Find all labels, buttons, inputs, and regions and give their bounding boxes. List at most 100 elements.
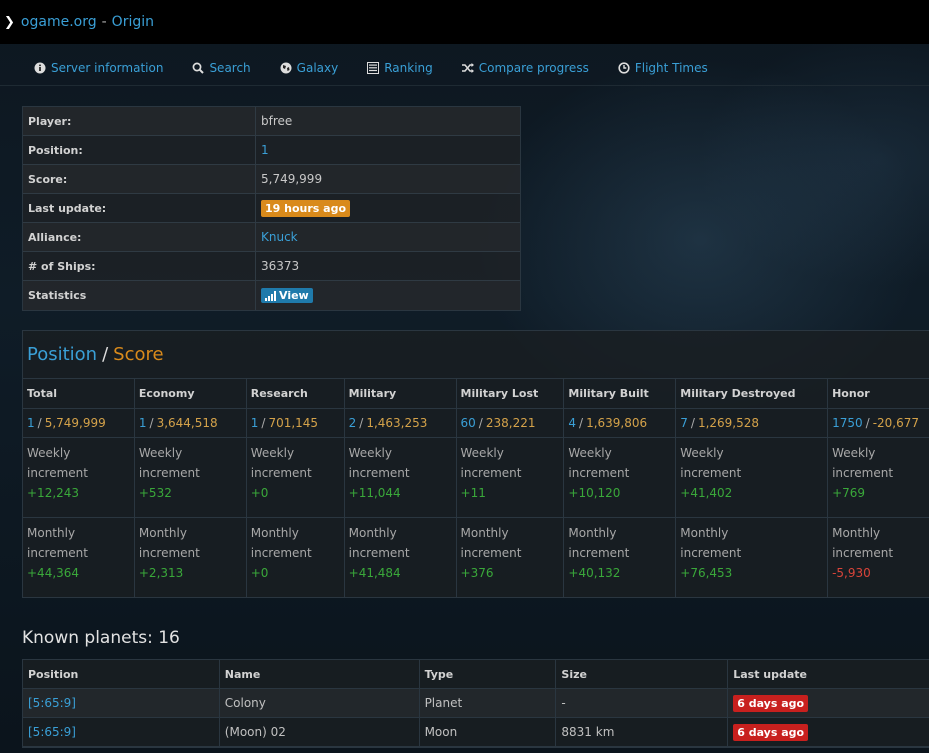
weekly-label: Weekly bbox=[348, 446, 392, 460]
monthly-label: Monthly bbox=[832, 526, 881, 540]
nav-label: Search bbox=[209, 60, 251, 75]
planet-position-link[interactable]: [5:65:9] bbox=[28, 696, 76, 710]
rank-score-cell: 7/1,269,528 bbox=[676, 409, 828, 438]
score-column-header: Total bbox=[23, 379, 134, 409]
col-header-type[interactable]: Type bbox=[420, 660, 557, 688]
monthly-increment-cell: Monthly increment +376 bbox=[457, 518, 564, 583]
view-statistics-button[interactable]: View bbox=[261, 288, 313, 303]
rank-link[interactable]: 2 bbox=[349, 416, 357, 430]
rank-link[interactable]: 7 bbox=[680, 416, 688, 430]
score-column-header: Military Destroyed bbox=[676, 379, 828, 409]
nav-server-information[interactable]: Server information bbox=[34, 61, 163, 75]
rank-link[interactable]: 1750 bbox=[832, 416, 863, 430]
title-position: Position bbox=[27, 344, 98, 365]
universe-link[interactable]: Origin bbox=[112, 14, 154, 30]
increment-label: increment bbox=[250, 546, 312, 560]
score-column-header: Military bbox=[344, 379, 456, 409]
main-nav: Server information Search Galaxy Ranking… bbox=[0, 50, 929, 86]
planet-type: Planet bbox=[420, 689, 557, 717]
position-score-title: Position / Score bbox=[23, 331, 929, 379]
monthly-label: Monthly bbox=[250, 526, 299, 540]
rank-link[interactable]: 1 bbox=[27, 416, 35, 430]
weekly-increment-value: +12,243 bbox=[27, 486, 80, 500]
info-row-statistics: Statistics View bbox=[23, 281, 520, 310]
position-score-panel: Position / Score Total 1/5,749,999 Weekly i… bbox=[22, 330, 929, 598]
rank-separator: / bbox=[478, 416, 483, 430]
ships-label: # of Ships: bbox=[23, 252, 256, 280]
score-column-research: Research 1/701,145 Weekly increment +0 Monthl… bbox=[246, 379, 345, 597]
alliance-link[interactable]: Knuck bbox=[261, 230, 298, 244]
monthly-increment-cell: Monthly increment +0 bbox=[247, 518, 344, 583]
score-value: 238,221 bbox=[485, 416, 536, 430]
planets-header-row: Position Name Type Size Last update bbox=[23, 660, 929, 689]
score-column-military-built: Military Built 4/1,639,806 Weekly increment… bbox=[564, 379, 677, 597]
nav-ranking[interactable]: Ranking bbox=[367, 61, 433, 75]
score-column-header: Research bbox=[246, 379, 344, 409]
monthly-label: Monthly bbox=[460, 526, 509, 540]
rank-separator: / bbox=[261, 416, 266, 430]
col-header-name[interactable]: Name bbox=[220, 660, 420, 688]
nav-flight-times[interactable]: Flight Times bbox=[618, 61, 708, 75]
info-row-position: Position: 1 bbox=[23, 136, 520, 165]
score-value: -20,677 bbox=[872, 416, 920, 430]
weekly-increment-cell: Weekly increment +11 bbox=[456, 438, 564, 518]
score-value: 1,463,253 bbox=[366, 416, 428, 430]
list-icon bbox=[367, 61, 380, 74]
increment-label: increment bbox=[138, 466, 200, 480]
alliance-label: Alliance: bbox=[23, 223, 256, 251]
nav-label: Compare progress bbox=[478, 60, 589, 75]
rank-separator: / bbox=[359, 416, 364, 430]
increment-label: increment bbox=[27, 546, 88, 560]
score-column-header: Military Lost bbox=[456, 379, 564, 409]
score-column-military-destroyed: Military Destroyed 7/1,269,528 Weekly incre… bbox=[676, 379, 829, 597]
nav-label: Server information bbox=[51, 60, 164, 75]
rank-separator: / bbox=[579, 416, 584, 430]
nav-label: Flight Times bbox=[634, 60, 708, 75]
col-header-last-update[interactable]: Last update bbox=[728, 660, 929, 688]
planet-size: - bbox=[556, 689, 729, 717]
weekly-label: Weekly bbox=[568, 446, 612, 460]
info-row-score: Score: 5,749,999 bbox=[23, 165, 520, 194]
col-header-position[interactable]: Position bbox=[23, 660, 220, 688]
rank-link[interactable]: 1 bbox=[251, 416, 259, 430]
nav-galaxy[interactable]: Galaxy bbox=[280, 61, 338, 75]
increment-label: increment bbox=[460, 546, 522, 560]
weekly-increment-cell: Weekly increment +12,243 bbox=[23, 438, 134, 518]
weekly-label: Weekly bbox=[832, 446, 876, 460]
rank-link[interactable]: 4 bbox=[568, 416, 576, 430]
weekly-increment-value: +532 bbox=[138, 486, 172, 500]
title-separator: - bbox=[101, 14, 107, 30]
planet-position-link[interactable]: [5:65:9] bbox=[28, 725, 76, 739]
weekly-increment-value: +11,044 bbox=[348, 486, 401, 500]
player-label: Player: bbox=[23, 107, 256, 135]
score-column-total: Total 1/5,749,999 Weekly increment +12,243 Mo… bbox=[23, 379, 135, 597]
increment-label: increment bbox=[680, 546, 742, 560]
increment-label: increment bbox=[832, 546, 894, 560]
nav-compare-progress[interactable]: Compare progress bbox=[461, 60, 589, 75]
weekly-increment-cell: Weekly increment +11,044 bbox=[344, 438, 456, 518]
signal-bars-icon bbox=[265, 290, 276, 301]
score-label: Score: bbox=[23, 165, 256, 193]
score-column-military-lost: Military Lost 60/238,221 Weekly increment +1… bbox=[456, 379, 565, 597]
rank-link[interactable]: 60 bbox=[461, 416, 476, 430]
rank-score-cell: 60/238,221 bbox=[456, 409, 564, 438]
increment-label: increment bbox=[348, 546, 410, 560]
monthly-increment-cell: Monthly increment +2,313 bbox=[135, 518, 246, 583]
weekly-increment-cell: Weekly increment +41,402 bbox=[676, 438, 828, 518]
score-column-economy: Economy 1/3,644,518 Weekly increment +532 Mon… bbox=[134, 379, 247, 597]
rank-score-cell: 1/701,145 bbox=[246, 409, 344, 438]
monthly-label: Monthly bbox=[27, 526, 76, 540]
rank-link[interactable]: 1 bbox=[139, 416, 147, 430]
clock-icon bbox=[618, 61, 630, 74]
weekly-label: Weekly bbox=[138, 446, 183, 460]
monthly-increment-cell: Monthly increment -5,930 bbox=[828, 518, 929, 583]
position-link[interactable]: 1 bbox=[261, 143, 269, 157]
score-column-military: Military 2/1,463,253 Weekly increment +11,04… bbox=[344, 379, 457, 597]
increment-label: increment bbox=[568, 466, 630, 480]
col-header-size[interactable]: Size bbox=[556, 660, 729, 688]
site-link[interactable]: ogame.org bbox=[21, 14, 97, 30]
last-update-badge: 19 hours ago bbox=[261, 199, 351, 217]
score-value: 701,145 bbox=[268, 416, 319, 430]
nav-search[interactable]: Search bbox=[192, 60, 251, 75]
info-row-ships: # of Ships: 36373 bbox=[23, 252, 520, 281]
